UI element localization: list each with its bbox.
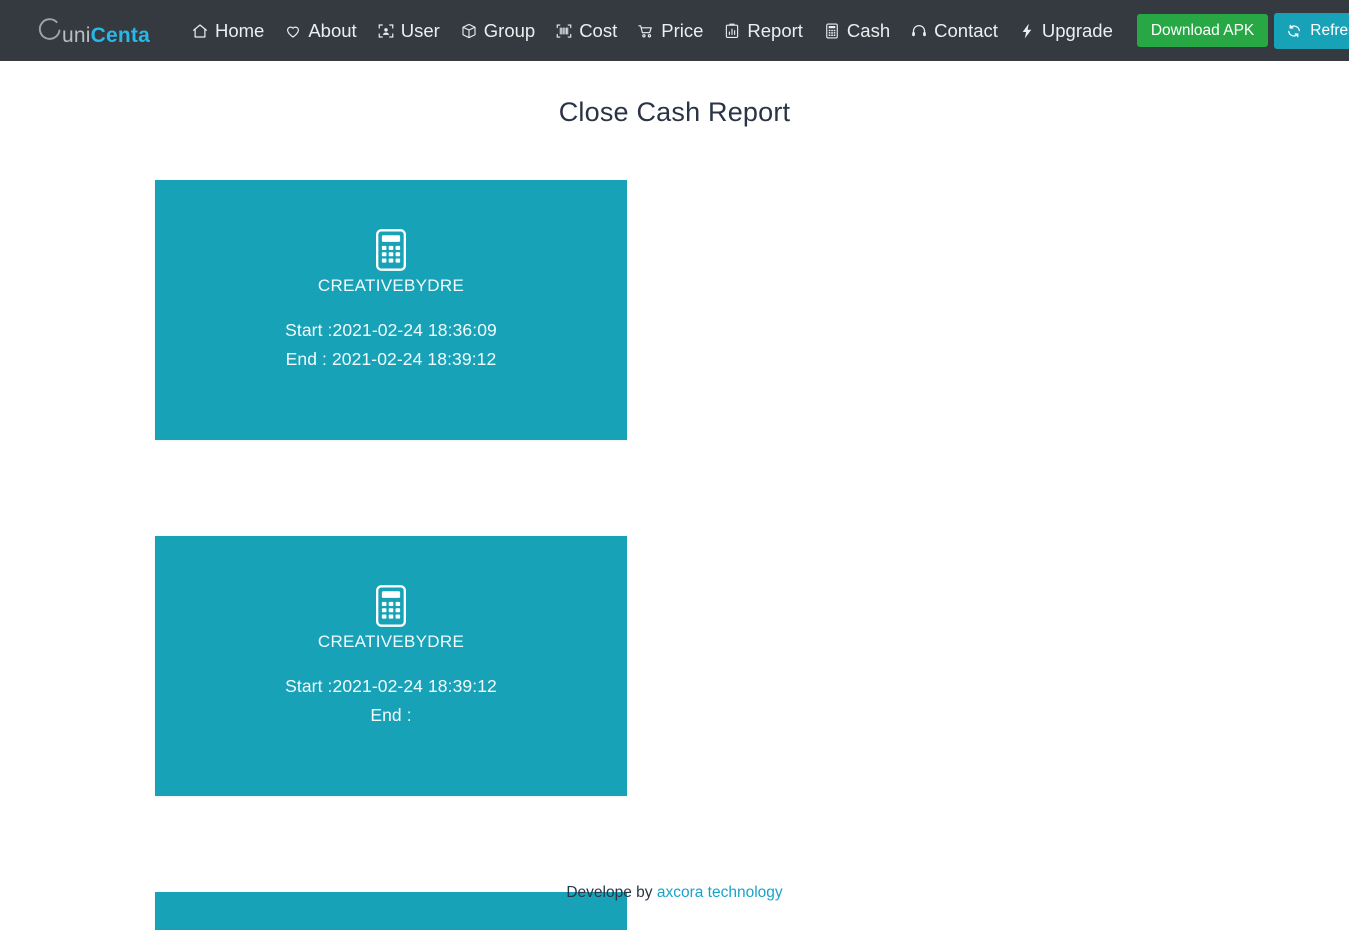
nav-item-cost[interactable]: Cost	[545, 16, 627, 46]
user-frame-icon	[377, 22, 395, 40]
close-cash-card[interactable]: CREATIVEBYDRE Start :2021-02-24 18:39:12…	[155, 536, 627, 796]
refresh-icon	[1285, 22, 1303, 40]
home-icon	[191, 22, 209, 40]
nav-label-group: Group	[483, 19, 536, 41]
card-terminal-name: CREATIVEBYDRE	[317, 632, 465, 651]
headset-icon	[910, 22, 928, 40]
brand-name-uni: uni	[62, 23, 91, 47]
page-footer: Develope by axcora technology	[0, 884, 1349, 902]
calculator-icon	[155, 228, 627, 272]
refresh-button[interactable]: Refresh	[1274, 12, 1349, 49]
card-terminal-name: CREATIVEBYDRE	[317, 276, 465, 295]
main-navbar: uniCenta Home About User Group Cost Pric…	[0, 0, 1349, 61]
lightning-bolt-icon	[1018, 22, 1036, 40]
clipboard-chart-icon	[723, 22, 741, 40]
brand-name: uniCenta	[62, 24, 150, 48]
close-cash-card[interactable]: CREATIVEBYDRE Start :2021-02-24 18:36:09…	[155, 180, 627, 440]
download-apk-button[interactable]: Download APK	[1136, 13, 1269, 48]
nav-label-report: Report	[747, 19, 803, 41]
box-icon	[460, 22, 478, 40]
nav-label-cash: Cash	[846, 19, 891, 41]
calculator-icon	[823, 22, 841, 40]
barcode-scan-icon	[555, 22, 573, 40]
download-apk-label: Download APK	[1150, 21, 1255, 39]
nav-label-about: About	[308, 19, 357, 41]
heart-icon	[284, 22, 302, 40]
close-cash-card-grid: CREATIVEBYDRE Start :2021-02-24 18:36:09…	[0, 180, 1349, 930]
footer-prefix: Develope by	[566, 884, 657, 901]
nav-item-about[interactable]: About	[274, 16, 366, 46]
nav-item-price[interactable]: Price	[627, 16, 713, 46]
brand-name-centa: Centa	[90, 23, 150, 47]
main-content: Close Cash Report CREATIVEBYDRE Start:2…	[0, 61, 1349, 930]
card-start-time: Start :2021-02-24 18:36:09	[285, 320, 497, 340]
nav-label-price: Price	[661, 19, 704, 41]
nav-links: Home About User Group Cost Price Report …	[181, 16, 1123, 46]
refresh-label: Refresh	[1310, 21, 1349, 39]
card-end-time: End :	[370, 705, 412, 725]
navbar-actions: Download APK Refresh	[1136, 12, 1349, 49]
card-start-time: Start :2021-02-24 18:39:12	[285, 676, 497, 696]
card-end-time: End : 2021-02-24 18:39:12	[285, 349, 497, 369]
brand-logo-link[interactable]: uniCenta	[36, 15, 155, 47]
page-title: Close Cash Report	[558, 97, 791, 127]
nav-item-user[interactable]: User	[367, 16, 450, 46]
nav-label-home: Home	[214, 19, 265, 41]
nav-label-user: User	[400, 19, 440, 41]
nav-item-report[interactable]: Report	[713, 16, 813, 46]
nav-label-upgrade: Upgrade	[1041, 19, 1113, 41]
nav-label-contact: Contact	[934, 19, 998, 41]
nav-item-home[interactable]: Home	[181, 16, 274, 46]
nav-item-group[interactable]: Group	[450, 16, 545, 46]
nav-label-cost: Cost	[579, 19, 618, 41]
shopping-cart-icon	[637, 22, 655, 40]
calculator-icon	[155, 584, 627, 628]
footer-axcora-link[interactable]: axcora technology	[657, 884, 783, 901]
nav-item-cash[interactable]: Cash	[813, 16, 900, 46]
nav-item-upgrade[interactable]: Upgrade	[1008, 16, 1123, 46]
nav-item-contact[interactable]: Contact	[900, 16, 1008, 46]
